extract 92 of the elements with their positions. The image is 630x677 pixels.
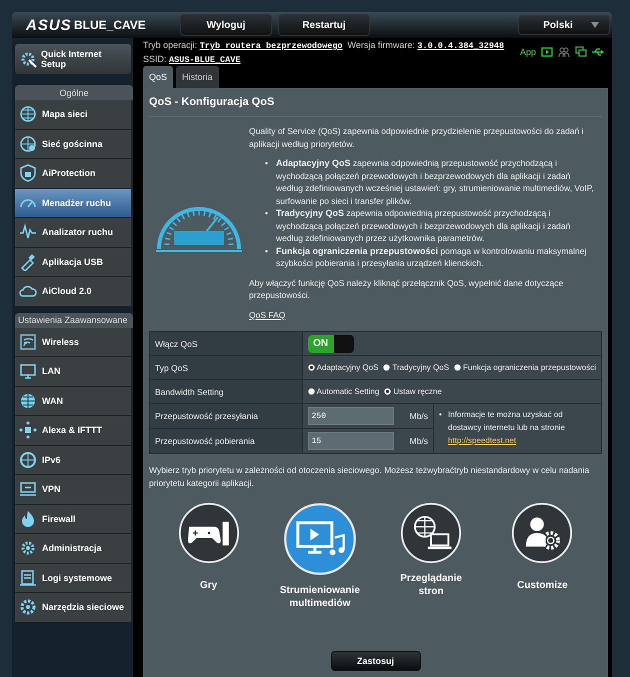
flame-icon — [19, 510, 37, 528]
sidebar-item[interactable]: WAN — [15, 386, 131, 415]
monitor-icon — [19, 362, 37, 380]
input-field[interactable]: 15 — [308, 432, 394, 450]
radio-button[interactable] — [454, 364, 462, 371]
header-button[interactable]: Restartuj — [278, 14, 370, 36]
priority-text: Wybierz tryb priorytetu w zależności od otoczenia sieciowego. Możesz teżwybraćtryb niestandardowy w celu nadania priorytetu kategorii aplikacji. — [149, 464, 590, 490]
sidebar-item[interactable]: Aplikacja USB — [15, 248, 131, 276]
radio-label[interactable]: Adaptacyjny QoS — [316, 363, 378, 372]
radio-label[interactable]: Tradycyjny QoS — [392, 363, 450, 372]
unit-label: Mb/s — [410, 436, 428, 446]
sidebar-item[interactable]: Narzędzia sieciowe — [15, 593, 131, 622]
network-icon — [19, 421, 37, 440]
gear-icon — [19, 50, 37, 68]
gear-icon — [19, 598, 37, 616]
quick-setup-button[interactable]: Quick Internet Setup — [15, 44, 131, 74]
bullet-text: Funkcja ograniczenia przepustowości pomaga w kontrolowaniu maksymalnej szybkości pobierania i przesyłania urządzeń klienckich. — [276, 244, 588, 270]
radio-label[interactable]: Ustaw ręczne — [393, 387, 442, 396]
sidebar-item[interactable]: Logi systemowe — [15, 564, 131, 592]
ssid-text: SSID: ASUS-BLUE_CAVE — [143, 54, 242, 65]
priority-mode-button[interactable]: Customize — [499, 502, 586, 610]
bullet-marker: • — [265, 157, 269, 170]
bullet-marker: • — [265, 207, 269, 220]
unit-label: Mb/s — [410, 411, 428, 421]
sidebar-item[interactable]: Firewall — [15, 504, 131, 533]
radio-button[interactable] — [308, 388, 315, 395]
wifi-icon — [19, 332, 37, 351]
input-field[interactable]: 250 — [308, 407, 394, 425]
faq-link[interactable]: QoS FAQ — [249, 310, 286, 320]
panel-title: QoS - Konfiguracja QoS — [149, 88, 602, 117]
caret-icon — [590, 22, 599, 28]
user-gear-icon — [511, 502, 574, 564]
model-name: BLUE_CAVE — [74, 18, 147, 32]
priority-mode-button[interactable]: Gry — [166, 502, 252, 610]
radio-button[interactable] — [384, 388, 392, 395]
app-label[interactable]: App — [520, 47, 536, 57]
radio-label[interactable]: Funkcja ograniczenia przepustowości — [463, 363, 596, 372]
sidebar-item[interactable]: Menadżer ruchu — [15, 188, 131, 217]
sidebar-item[interactable]: VPN — [15, 475, 131, 504]
language-dropdown[interactable]: Polski — [518, 15, 610, 35]
bullet-text: Tradycyjny QoS zapewnia odpowiednią przepustowość przychodzącą i wychodzącą połączeń przewodowych i bezprzewodowych dla aplikacji i zadań według zdefiniowanych przez użytkownika parametrów. — [276, 207, 572, 244]
globe-icon — [19, 392, 37, 410]
radio-label[interactable]: Automatic Setting — [316, 387, 380, 396]
sidebar-item[interactable]: Mapa sieci — [15, 100, 131, 128]
section-header: Ogólne — [15, 85, 133, 100]
section-header: Ustawienia Zaawansowane — [15, 312, 133, 328]
globe-icon — [19, 450, 37, 469]
priority-mode-button[interactable]: Strumieniowanie multimediów — [276, 502, 363, 610]
sidebar-item[interactable]: Alexa & IFTTT — [15, 416, 131, 444]
sidebar-item[interactable]: AiCloud 2.0 — [15, 277, 131, 306]
monitor-music-icon — [282, 502, 357, 576]
sidebar-item[interactable]: Analizator ruchu — [15, 218, 131, 246]
setting-label: Przepustowość pobierania — [150, 428, 302, 454]
hint-text: Informacje te można uzyskać od dostawcy internetu lub na stronie — [448, 409, 566, 434]
priority-mode-button[interactable]: Przeglądanie stron — [388, 502, 474, 610]
play-icon[interactable] — [541, 46, 553, 58]
monitor-icon[interactable] — [575, 46, 587, 58]
speedtest-link[interactable]: http://speedtest.net — [448, 434, 516, 447]
setting-label: Bandwidth Setting — [150, 380, 302, 404]
apply-button[interactable]: Zastosuj — [330, 651, 420, 671]
bullet-marker: • — [439, 409, 443, 421]
sidebar-item[interactable]: AiProtection — [15, 159, 131, 188]
globe-icon — [19, 134, 37, 153]
gamepad-icon — [178, 502, 240, 564]
setting-label: Typ QoS — [150, 356, 302, 380]
monitor-icon — [19, 480, 37, 498]
bullet-marker: • — [265, 244, 269, 258]
sidebar-item[interactable]: Sieć gościnna — [15, 130, 131, 158]
header-button[interactable]: Wyloguj — [180, 14, 272, 36]
note-text: Aby włączyć funkcję QoS należy kliknąć przełącznik QoS, wypełnić dane dotyczące przepustowości. — [249, 276, 564, 302]
usb-stick-icon — [19, 252, 37, 271]
tab[interactable]: QoS — [143, 66, 174, 88]
tab[interactable]: Historia — [176, 66, 219, 88]
globe-laptop-icon — [400, 502, 462, 564]
sidebar-item[interactable]: Wireless — [15, 328, 131, 356]
users-icon[interactable] — [558, 46, 570, 58]
setting-label: Włącz QoS — [150, 332, 302, 356]
sidebar-item[interactable]: Administracja — [15, 534, 131, 562]
operation-mode-text: Tryb operacji: Tryb routera bezprzewodowego Wersja firmware: 3.0.0.4.384_32948 — [143, 40, 504, 51]
sidebar-item[interactable]: LAN — [15, 357, 131, 386]
sidebar-item[interactable]: IPv6 — [15, 446, 131, 474]
shield-icon — [19, 164, 37, 182]
gear-icon — [19, 539, 37, 558]
document-icon — [19, 568, 37, 587]
logo: ASUS — [26, 16, 68, 34]
globe-icon — [19, 105, 37, 124]
bullet-text: Adaptacyjny QoS zapewnia odpowiednią przepustowość przychodzącą i wychodzącą połączeń przewodowych i bezprzewodowych dla aplikacji i zadań według zdefiniowanych wcześniej ustawień: gry, strumieniowanie multimediów, VoIP, surfowanie po sieci i transfer plików. — [276, 157, 595, 207]
setting-label: Przepustowość przesyłania — [150, 404, 302, 428]
intro-text: Quality of Service (QoS) zapewnia odpowiednie przydzielenie przepustowości do zadań i aplikacji według priorytetów. — [249, 125, 585, 150]
usb-icon[interactable] — [592, 46, 604, 58]
radio-button[interactable] — [308, 364, 315, 371]
radio-button[interactable] — [383, 364, 390, 371]
